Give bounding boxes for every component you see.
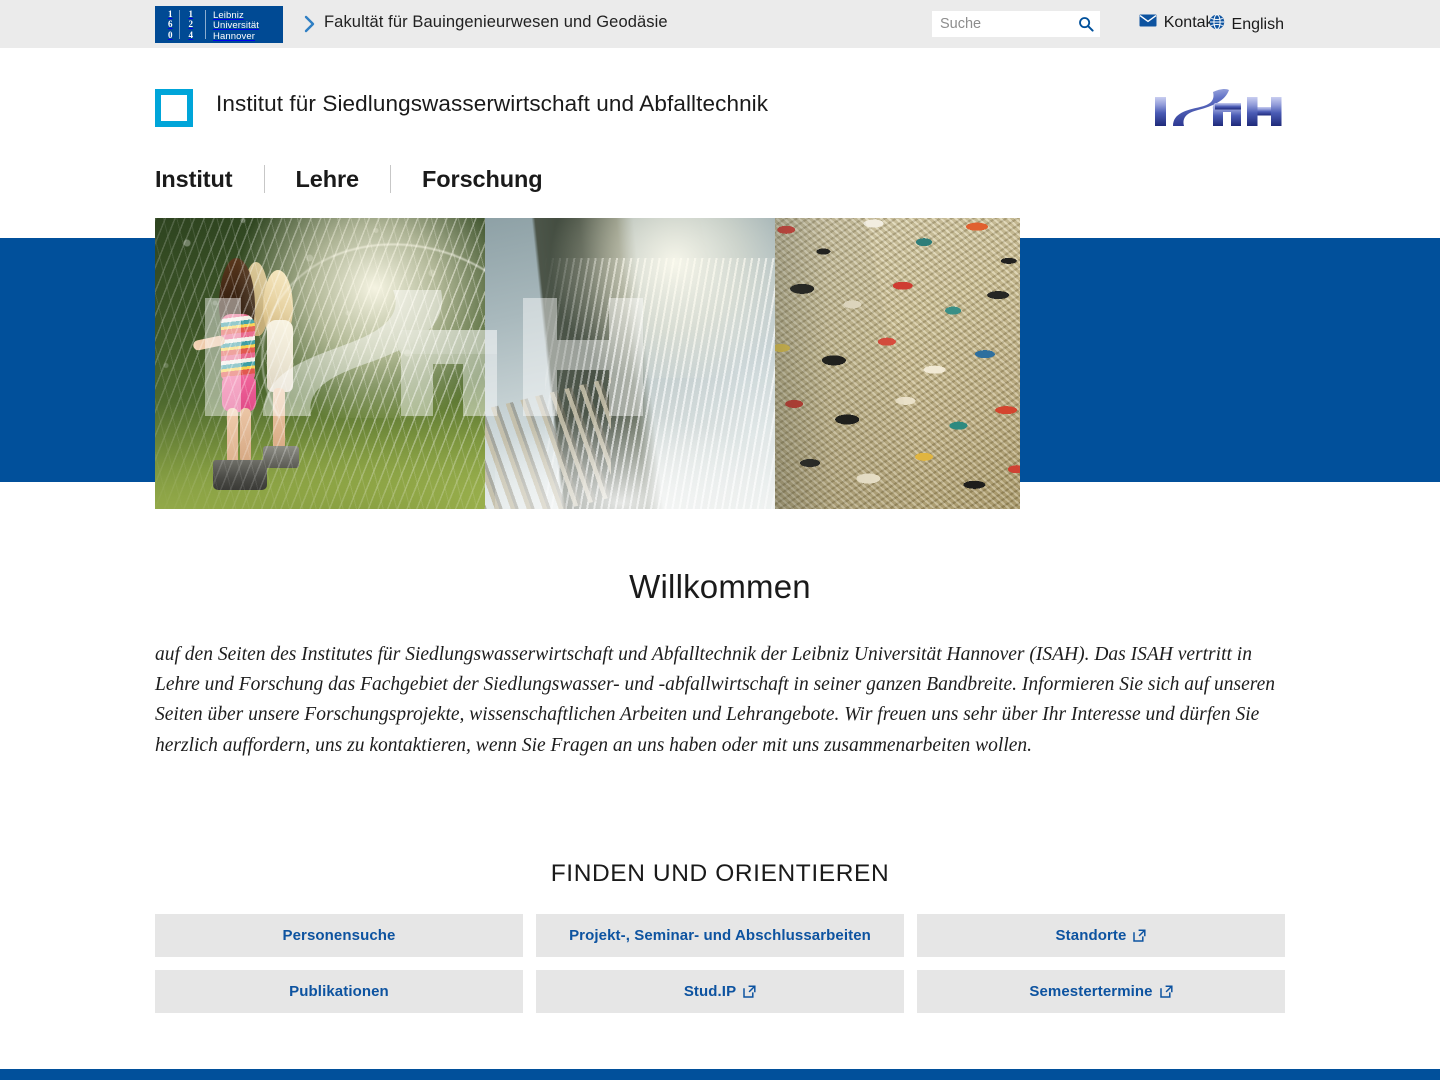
tile-label: Standorte (1055, 927, 1127, 944)
leibniz-logo-wordmark: Leibniz Universität Hannover (206, 6, 259, 43)
contact-link[interactable]: Kontakt (1139, 14, 1218, 32)
tile-label: Semestertermine (1029, 983, 1153, 1000)
finder-tile-grid: Personensuche Projekt-, Seminar- und Abs… (155, 914, 1285, 1013)
search-icon[interactable] (1076, 15, 1096, 33)
tile-semestertermine[interactable]: Semestertermine (917, 970, 1285, 1013)
leibniz-digit: 2 (188, 19, 194, 30)
nav-item-lehre[interactable]: Lehre (296, 166, 360, 193)
hero-banner (155, 218, 1020, 509)
faculty-link[interactable]: Fakultät für Bauingenieurwesen und Geodä… (324, 13, 668, 32)
tile-publikationen[interactable]: Publikationen (155, 970, 523, 1013)
external-link-icon (743, 985, 756, 998)
external-link-icon (1133, 929, 1147, 942)
search-box[interactable] (932, 11, 1100, 37)
language-label: English (1231, 15, 1284, 33)
nav-item-institut[interactable]: Institut (155, 166, 233, 193)
chevron-right-icon (303, 14, 317, 34)
finder-section-heading: FINDEN UND ORIENTIEREN (550, 860, 890, 887)
globe-icon (1209, 14, 1225, 35)
leibniz-logo-digit-grid: 1 1 6 2 0 4 (155, 6, 205, 43)
tile-personensuche[interactable]: Personensuche (155, 914, 523, 957)
shredded-waste-photo (775, 218, 1020, 509)
main-navigation: Institut Lehre Forschung (155, 160, 543, 198)
tile-stud-ip[interactable]: Stud.IP (536, 970, 904, 1013)
children-sprinkler-photo (155, 218, 485, 509)
nav-item-forschung[interactable]: Forschung (422, 166, 543, 193)
tile-label: Projekt-, Seminar- und Abschlussarbeiten (569, 927, 871, 944)
search-input[interactable] (932, 11, 1074, 37)
tile-label: Stud.IP (683, 983, 737, 1000)
tile-standorte[interactable]: Standorte (917, 914, 1285, 957)
footer-accent-bar (0, 1069, 1440, 1080)
square-outline-icon (155, 89, 193, 127)
tile-label: Personensuche (282, 927, 396, 944)
external-link-icon (1159, 985, 1173, 998)
institute-header: Institut für Siedlungswasserwirtschaft u… (0, 48, 1440, 148)
welcome-heading: Willkommen (629, 568, 811, 605)
page-title[interactable]: Institut für Siedlungswasserwirtschaft u… (216, 91, 768, 117)
nav-divider (263, 165, 265, 193)
tile-projekt-seminar-abschlussarbeiten[interactable]: Projekt-, Seminar- und Abschlussarbeiten (536, 914, 904, 957)
water-weir-channel-photo (485, 218, 775, 509)
leibniz-digit: 1 (168, 9, 173, 19)
leibniz-university-logo[interactable]: 1 1 6 2 0 4 Leibniz Universität Hannover (155, 6, 283, 43)
leibniz-digit: 0 (168, 29, 173, 40)
tile-label: Publikationen (289, 983, 389, 1000)
isah-logo[interactable] (1153, 83, 1287, 131)
nav-divider (390, 165, 392, 193)
leibniz-digit: 4 (188, 29, 194, 40)
leibniz-digit: 6 (168, 19, 173, 30)
leibniz-digit: 1 (188, 9, 194, 19)
envelope-icon (1139, 14, 1157, 32)
leibniz-line: Hannover (213, 30, 255, 42)
welcome-body-text: auf den Seiten des Institutes für Siedlu… (155, 644, 1276, 756)
language-link[interactable]: English (1209, 14, 1284, 35)
top-utility-bar: 1 1 6 2 0 4 Leibniz Universität Hannover… (0, 0, 1440, 48)
